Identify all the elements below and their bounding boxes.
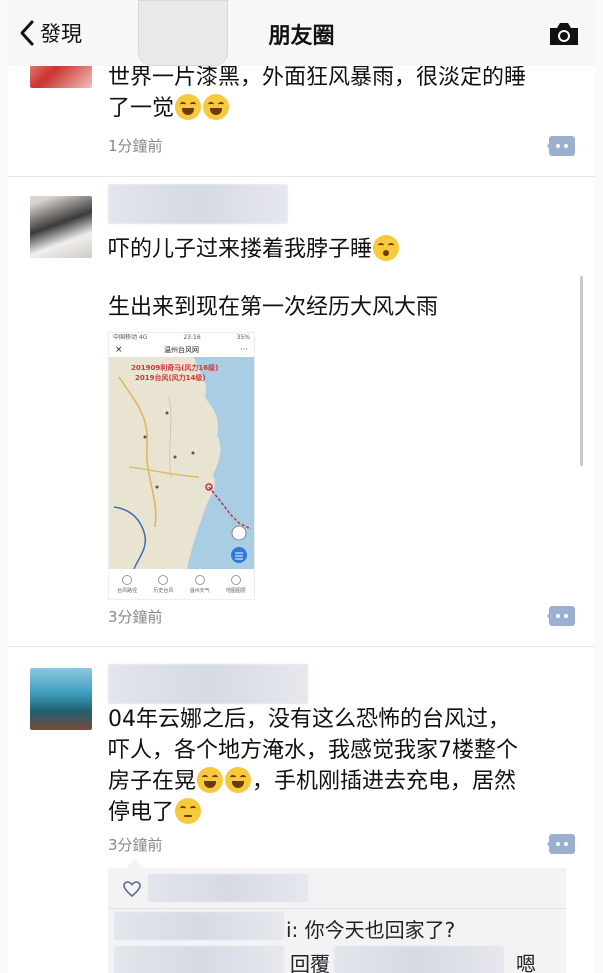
post-text: 生出来到现在第一次经历大风大雨 [108,295,439,320]
laugh-emoji-icon [203,94,230,120]
likes-comments-box: i: 你今天也回家了? 回覆 嗯 [108,859,566,973]
post-image-typhoon-map[interactable]: 中国移动 4G 23:16 35% × 温州台风网 ··· 201909利奇马(… [108,332,255,600]
typhoon-label: 201909利奇马(风力16级) [131,364,219,372]
moments-feed[interactable]: 世界一片漆黑，外面狂风暴雨，很淡定的睡 了一觉 1分鐘前 吓的儿子过来搂着我脖子… [8,66,595,973]
heart-icon [123,881,141,898]
likers-blurred[interactable] [148,874,308,902]
more-icon: ··· [240,345,248,354]
scrollbar[interactable] [580,276,583,466]
typhoon-map: 201909利奇马(风力16级) 2019台风(风力14级) [109,357,254,569]
page-title: 朋友圈 [268,24,335,49]
comment-menu-button[interactable] [547,834,575,854]
username-blurred[interactable] [108,664,308,704]
comment-menu-button[interactable] [547,606,575,626]
shy-emoji-icon [175,798,202,824]
post-time: 1分鐘前 [108,137,163,155]
laugh-emoji-icon [175,94,202,120]
post-time: 3分鐘前 [108,608,163,626]
map-app-title: × 温州台风网 ··· [115,345,248,355]
feed-post: 世界一片漆黑，外面狂风暴雨，很淡定的睡 了一觉 1分鐘前 [8,66,595,177]
post-text: 吓的儿子过来搂着我脖子睡 [108,234,568,265]
commenter-blurred[interactable] [114,946,284,973]
laugh-emoji-icon [197,767,224,793]
top-nav-bar: 發現 朋友圈 [8,0,595,67]
post-time: 3分鐘前 [108,836,163,854]
commenter-blurred[interactable] [114,912,284,940]
camera-icon[interactable] [547,20,581,48]
reply-label: 回覆 [290,952,330,973]
feed-post: 吓的儿子过来搂着我脖子睡 生出来到现在第一次经历大风大雨 中国移动 4G 23:… [8,176,595,647]
map-tab-bar: 台风路径 历史台风 温州天气 地图图层 [109,569,254,599]
comment-text: 嗯 [516,952,536,973]
comment-text: i: 你今天也回家了? [286,918,456,942]
avatar[interactable] [30,66,92,88]
post-text: 04年云娜之后，没有这么恐怖的台风过， 吓人，各个地方淹水，我感觉我家7楼整个 … [108,707,518,825]
avatar[interactable] [30,668,92,730]
avatar[interactable] [30,196,92,258]
comment-menu-button[interactable] [547,136,575,156]
laugh-emoji-icon [225,767,252,793]
flushed-emoji-icon [373,235,400,261]
close-icon: × [115,345,123,355]
typhoon-label: 2019台风(风力14级) [135,374,206,382]
reply-target-blurred[interactable] [334,946,504,973]
username-blurred[interactable] [108,184,288,224]
post-text: 世界一片漆黑，外面狂风暴雨，很淡定的睡 了一觉 [108,66,527,121]
phone-screen: 發現 朋友圈 世界一片漆黑，外面狂风暴雨，很淡定的睡 了一觉 1分鐘前 吓的儿子… [0,0,603,973]
